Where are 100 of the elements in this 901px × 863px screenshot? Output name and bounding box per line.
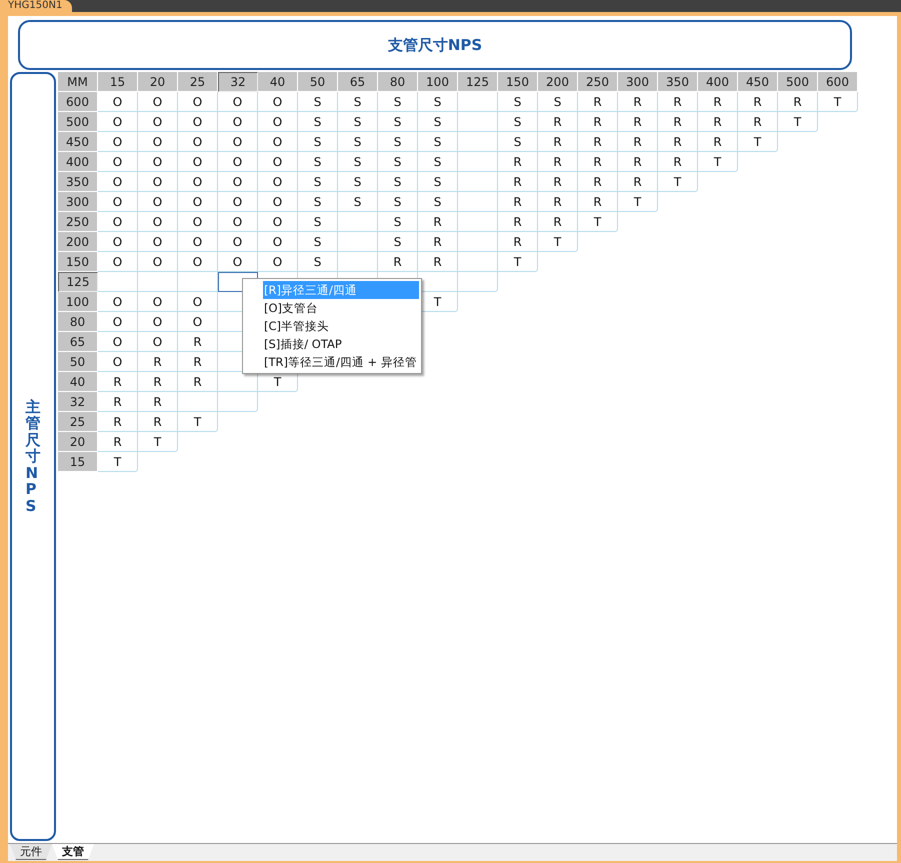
table-cell[interactable]: R: [658, 92, 698, 112]
table-cell[interactable]: S: [378, 132, 418, 152]
table-cell[interactable]: R: [138, 352, 178, 372]
table-cell[interactable]: R: [178, 372, 218, 392]
table-cell[interactable]: S: [378, 112, 418, 132]
table-cell[interactable]: O: [98, 352, 138, 372]
table-cell[interactable]: O: [258, 92, 298, 112]
table-cell[interactable]: S: [298, 112, 338, 132]
table-cell[interactable]: O: [218, 152, 258, 172]
table-cell[interactable]: O: [218, 232, 258, 252]
row-header[interactable]: 150: [58, 252, 98, 272]
table-cell[interactable]: R: [738, 112, 778, 132]
table-cell[interactable]: R: [618, 172, 658, 192]
column-header[interactable]: 150: [498, 72, 538, 92]
table-cell[interactable]: S: [298, 192, 338, 212]
table-cell[interactable]: O: [258, 212, 298, 232]
table-cell[interactable]: O: [258, 172, 298, 192]
column-header[interactable]: 400: [698, 72, 738, 92]
table-cell[interactable]: S: [298, 132, 338, 152]
table-cell[interactable]: O: [218, 92, 258, 112]
table-cell[interactable]: O: [178, 92, 218, 112]
column-header[interactable]: 450: [738, 72, 778, 92]
table-cell[interactable]: S: [418, 92, 458, 112]
table-cell[interactable]: O: [98, 292, 138, 312]
table-cell[interactable]: R: [658, 152, 698, 172]
table-cell[interactable]: O: [138, 172, 178, 192]
row-header[interactable]: 400: [58, 152, 98, 172]
table-cell[interactable]: O: [178, 292, 218, 312]
table-cell[interactable]: R: [618, 132, 658, 152]
table-cell[interactable]: R: [658, 132, 698, 152]
table-cell[interactable]: S: [338, 112, 378, 132]
table-cell[interactable]: R: [138, 392, 178, 412]
table-cell[interactable]: S: [378, 172, 418, 192]
table-cell[interactable]: R: [138, 412, 178, 432]
table-cell[interactable]: O: [138, 192, 178, 212]
table-cell[interactable]: S: [498, 112, 538, 132]
table-cell[interactable]: O: [138, 252, 178, 272]
column-header[interactable]: 350: [658, 72, 698, 92]
table-cell[interactable]: O: [138, 292, 178, 312]
table-cell[interactable]: O: [178, 252, 218, 272]
document-tab[interactable]: YHG150N1: [0, 0, 72, 12]
row-header[interactable]: 350: [58, 172, 98, 192]
table-cell[interactable]: O: [138, 152, 178, 172]
table-cell[interactable]: R: [538, 172, 578, 192]
table-cell[interactable]: O: [218, 112, 258, 132]
table-cell[interactable]: R: [498, 152, 538, 172]
table-cell[interactable]: R: [658, 112, 698, 132]
column-header[interactable]: 100: [418, 72, 458, 92]
table-cell[interactable]: R: [618, 152, 658, 172]
table-cell[interactable]: S: [418, 152, 458, 172]
table-cell[interactable]: S: [378, 212, 418, 232]
table-cell[interactable]: O: [218, 192, 258, 212]
table-cell[interactable]: R: [98, 432, 138, 452]
table-cell[interactable]: O: [178, 132, 218, 152]
table-cell[interactable]: O: [178, 112, 218, 132]
column-header[interactable]: 600: [818, 72, 858, 92]
row-header[interactable]: 15: [58, 452, 98, 472]
column-header[interactable]: 40: [258, 72, 298, 92]
row-header[interactable]: 100: [58, 292, 98, 312]
table-cell[interactable]: O: [258, 192, 298, 212]
table-cell[interactable]: O: [178, 212, 218, 232]
row-header[interactable]: 50: [58, 352, 98, 372]
column-header[interactable]: 250: [578, 72, 618, 92]
table-cell[interactable]: R: [98, 372, 138, 392]
row-header[interactable]: 200: [58, 232, 98, 252]
column-header[interactable]: 32: [218, 72, 258, 92]
table-cell[interactable]: O: [98, 252, 138, 272]
table-cell[interactable]: S: [378, 192, 418, 212]
table-cell[interactable]: O: [138, 112, 178, 132]
table-cell[interactable]: R: [538, 112, 578, 132]
column-header[interactable]: 125: [458, 72, 498, 92]
table-cell[interactable]: R: [578, 192, 618, 212]
table-cell[interactable]: T: [778, 112, 818, 132]
row-header[interactable]: 40: [58, 372, 98, 392]
row-header[interactable]: 80: [58, 312, 98, 332]
menu-item[interactable]: [C]半管接头: [263, 317, 419, 335]
table-cell[interactable]: R: [138, 372, 178, 392]
row-header[interactable]: 20: [58, 432, 98, 452]
table-cell[interactable]: R: [578, 152, 618, 172]
table-cell[interactable]: T: [498, 252, 538, 272]
table-cell[interactable]: R: [178, 352, 218, 372]
table-cell[interactable]: O: [98, 232, 138, 252]
row-header[interactable]: 250: [58, 212, 98, 232]
table-cell[interactable]: R: [538, 192, 578, 212]
table-cell[interactable]: R: [578, 132, 618, 152]
table-cell[interactable]: T: [258, 372, 298, 392]
table-cell[interactable]: S: [338, 132, 378, 152]
table-cell[interactable]: O: [258, 112, 298, 132]
table-cell[interactable]: O: [218, 252, 258, 272]
table-cell[interactable]: R: [378, 252, 418, 272]
table-cell[interactable]: T: [658, 172, 698, 192]
table-cell[interactable]: R: [498, 172, 538, 192]
table-cell[interactable]: T: [578, 212, 618, 232]
table-cell[interactable]: O: [98, 112, 138, 132]
row-header[interactable]: 450: [58, 132, 98, 152]
table-cell[interactable]: S: [418, 112, 458, 132]
menu-item[interactable]: [S]插接/ OTAP: [263, 335, 419, 353]
column-header[interactable]: 15: [98, 72, 138, 92]
table-cell[interactable]: R: [498, 232, 538, 252]
table-cell[interactable]: S: [418, 172, 458, 192]
